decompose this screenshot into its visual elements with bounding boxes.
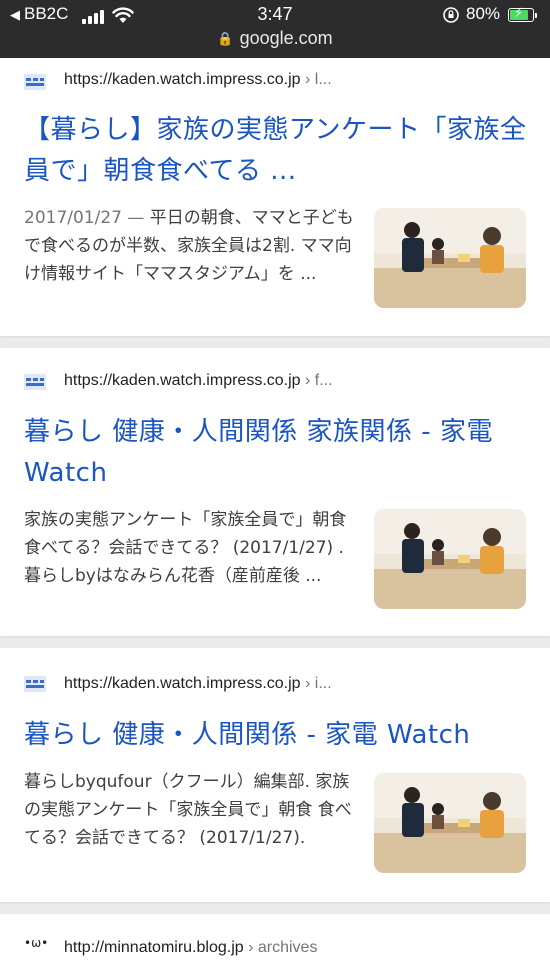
result-source[interactable]: https://kaden.watch.impress.co.jp › l... bbox=[64, 71, 332, 89]
thumbnail-image bbox=[374, 773, 526, 873]
result-url: http://minnatomiru.blog.jp bbox=[64, 939, 244, 956]
result-title-link[interactable]: 暮らし 健康・人間関係 - 家電 Watch bbox=[24, 715, 529, 756]
site-favicon-icon bbox=[24, 74, 46, 90]
status-bar: ◀ BB2C 3:47 80% ⚡ bbox=[0, 4, 550, 28]
result-snippet-text: 暮らしbyqufour（クフール）編集部. 家族の実態アンケート「家族全員で」朝… bbox=[24, 772, 352, 848]
result-title-text: 暮らし 健康・人間関係 家族関係 - 家電 Watch bbox=[24, 417, 493, 488]
result-breadcrumb: › l... bbox=[300, 71, 332, 88]
result-snippet: 暮らしbyqufour（クフール）編集部. 家族の実態アンケート「家族全員で」朝… bbox=[24, 768, 354, 852]
result-title-text: 【暮らし】家族の実態アンケート「家族全員で」朝食食べてる ... bbox=[24, 115, 527, 186]
battery-icon: ⚡ bbox=[508, 6, 534, 22]
result-source[interactable]: http://minnatomiru.blog.jp › archives bbox=[64, 939, 317, 957]
address-bar[interactable]: 🔒 google.com bbox=[0, 28, 550, 49]
site-favicon-icon: •ω• bbox=[24, 936, 49, 950]
search-result-card: https://kaden.watch.impress.co.jp › f...… bbox=[0, 348, 550, 636]
date-separator: — bbox=[121, 208, 150, 228]
result-url: https://kaden.watch.impress.co.jp bbox=[64, 675, 301, 692]
result-title-text: 暮らし 健康・人間関係 - 家電 Watch bbox=[24, 720, 471, 750]
battery-tip bbox=[535, 13, 537, 18]
result-breadcrumb: › archives bbox=[243, 939, 318, 956]
result-snippet-text: 家族の実態アンケート「家族全員で」朝食食べてる？会話できてる？ (2017/1/… bbox=[24, 510, 347, 586]
site-favicon-icon bbox=[24, 676, 46, 692]
search-result-card: •ω• http://minnatomiru.blog.jp › archive… bbox=[0, 914, 550, 978]
result-url: https://kaden.watch.impress.co.jp bbox=[64, 372, 301, 389]
thumbnail-image bbox=[374, 509, 526, 609]
result-breadcrumb: › i... bbox=[300, 675, 332, 692]
thumbnail-image bbox=[374, 208, 526, 308]
search-result-card: https://kaden.watch.impress.co.jp › l...… bbox=[0, 58, 550, 336]
result-thumbnail[interactable] bbox=[374, 208, 526, 308]
result-source[interactable]: https://kaden.watch.impress.co.jp › f... bbox=[64, 372, 333, 390]
result-snippet: 2017/01/27 — 平日の朝食、ママと子どもで食べるのが半数、家族全員は2… bbox=[24, 204, 354, 288]
result-title-link[interactable]: 【暮らし】家族の実態アンケート「家族全員で」朝食食べてる ... bbox=[24, 110, 529, 192]
result-title-link[interactable]: 暮らし 健康・人間関係 家族関係 - 家電 Watch bbox=[24, 412, 529, 494]
rotation-lock-icon bbox=[443, 7, 459, 23]
result-url: https://kaden.watch.impress.co.jp bbox=[64, 71, 301, 88]
site-favicon-icon bbox=[24, 374, 46, 390]
result-breadcrumb: › f... bbox=[300, 372, 333, 389]
address-text: google.com bbox=[239, 28, 333, 48]
search-result-card: https://kaden.watch.impress.co.jp › i...… bbox=[0, 648, 550, 902]
result-date: 2017/01/27 bbox=[24, 208, 122, 228]
result-snippet: 家族の実態アンケート「家族全員で」朝食食べてる？会話できてる？ (2017/1/… bbox=[24, 506, 354, 590]
result-thumbnail[interactable] bbox=[374, 509, 526, 609]
battery-percent: 80% bbox=[466, 4, 501, 23]
result-source[interactable]: https://kaden.watch.impress.co.jp › i... bbox=[64, 675, 332, 693]
result-thumbnail[interactable] bbox=[374, 773, 526, 873]
lock-icon: 🔒 bbox=[217, 31, 234, 46]
browser-top-bar: ◀ BB2C 3:47 80% ⚡ 🔒 google.com bbox=[0, 0, 550, 58]
